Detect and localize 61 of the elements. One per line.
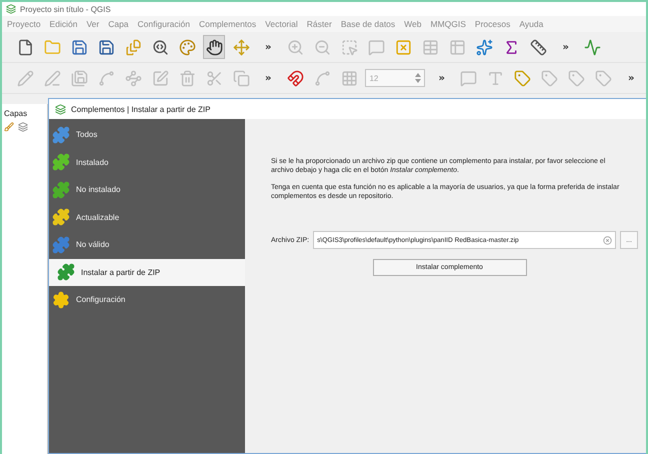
pan-button[interactable] (203, 35, 225, 59)
puzzle-icon (57, 263, 75, 282)
sidebar-item[interactable]: Configuración (49, 286, 245, 314)
copy-icon (232, 70, 250, 86)
folder-icon (44, 38, 60, 56)
menu-item[interactable]: Capa (108, 19, 129, 29)
pen-icon (44, 70, 60, 86)
puzzle-icon (52, 208, 70, 226)
file-icon (16, 38, 34, 56)
overflow-button[interactable]: » (620, 72, 642, 84)
zoom-out-icon (314, 38, 331, 56)
cut-icon (206, 70, 222, 86)
grid-icon (340, 70, 358, 86)
sidebar-item[interactable]: Instalado (49, 148, 245, 176)
sidebar-item[interactable]: No instalado (49, 176, 245, 204)
brush-icon[interactable] (4, 122, 14, 132)
overflow-button[interactable]: » (554, 42, 577, 52)
save-as-icon (98, 38, 114, 56)
sidebar-item[interactable]: Instalar a partir de ZIP (49, 258, 245, 286)
edit-icon (152, 70, 168, 86)
panel-title: Capas (3, 108, 28, 118)
menu-item[interactable]: Edición (50, 19, 78, 29)
overflow-button[interactable]: » (257, 72, 280, 84)
overflow-button[interactable]: » (257, 42, 280, 52)
menu-item[interactable]: MMQGIS (430, 19, 466, 29)
sidebar-item[interactable]: Todos (49, 121, 245, 148)
save-icon (70, 38, 88, 56)
zoom-in-icon (286, 38, 304, 56)
puzzle-icon (52, 126, 70, 144)
sidebar-item[interactable]: No válido (49, 231, 245, 258)
puzzle-icon (52, 236, 70, 254)
spin-arrows-icon[interactable] (415, 73, 422, 83)
delete-icon (178, 70, 196, 86)
window-title: Proyecto sin título - QGIS (20, 4, 111, 14)
puzzle-icon (52, 180, 70, 199)
clear-icon[interactable] (603, 236, 612, 244)
menu-item[interactable]: Proyecto (7, 19, 41, 29)
table-icon (448, 38, 466, 56)
spline-icon (98, 70, 114, 86)
text-icon (487, 70, 504, 86)
puzzle-icon (52, 153, 70, 172)
menu-item[interactable]: Ayuda (519, 19, 544, 29)
sparkle-icon (476, 38, 493, 56)
table-icon (422, 38, 439, 56)
magnet-icon (286, 70, 304, 86)
menu-item[interactable]: Ráster (306, 19, 332, 29)
app-icon (55, 104, 66, 114)
menu-item[interactable]: Procesos (474, 19, 510, 29)
pan-icon (206, 38, 222, 56)
save-icon (70, 70, 88, 86)
layers-icon[interactable] (18, 122, 28, 132)
chart-icon (584, 38, 602, 56)
sidebar-item[interactable]: Actualizable (49, 204, 245, 231)
overflow-button[interactable]: » (430, 72, 453, 84)
app-icon (6, 4, 16, 14)
gear-icon (52, 290, 70, 309)
select-icon (340, 38, 358, 56)
dialog-title: Complementos | Instalar a partir de ZIP (71, 104, 210, 114)
pencil-icon (16, 70, 34, 86)
style-icon (178, 38, 196, 56)
ruler-icon (530, 38, 547, 56)
